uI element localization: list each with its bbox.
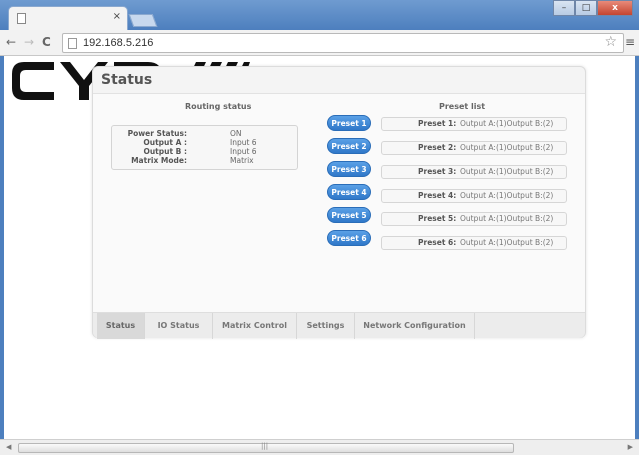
routing-status-heading: Routing status xyxy=(185,102,252,111)
preset-3-button[interactable]: Preset 3 xyxy=(327,161,371,177)
horizontal-scrollbar[interactable]: ◀ ||| ▶ xyxy=(0,439,639,455)
status-row: Output A : Input 6 xyxy=(112,138,297,147)
page-icon xyxy=(68,38,77,49)
status-row: Power Status: ON xyxy=(112,129,297,138)
preset-6-button[interactable]: Preset 6 xyxy=(327,230,371,246)
reload-icon[interactable]: C xyxy=(42,35,51,49)
preset-2-button[interactable]: Preset 2 xyxy=(327,138,371,154)
preset-label: Preset 6: xyxy=(418,238,457,247)
new-tab-button[interactable] xyxy=(128,14,158,27)
status-panel: Status Routing status Preset list Power … xyxy=(92,66,586,339)
maximize-button[interactable]: □ xyxy=(575,0,597,16)
preset-value: Output A:(1)Output B:(2) xyxy=(460,214,554,223)
preset-5-button[interactable]: Preset 5 xyxy=(327,207,371,223)
status-row: Output B : Input 6 xyxy=(112,147,297,156)
minimize-button[interactable]: – xyxy=(553,0,575,16)
preset-value: Output A:(1)Output B:(2) xyxy=(460,143,554,152)
tab-close-icon[interactable]: × xyxy=(113,11,121,22)
panel-tabbar: Status IO Status Matrix Control Settings… xyxy=(93,312,585,339)
tab-matrix-control[interactable]: Matrix Control xyxy=(213,313,297,339)
status-value: Input 6 xyxy=(230,138,257,147)
page-title: Status xyxy=(101,72,153,88)
status-label: Output B : xyxy=(143,147,187,156)
preset-4-button[interactable]: Preset 4 xyxy=(327,184,371,200)
close-window-button[interactable]: x xyxy=(597,0,633,16)
preset-value: Output A:(1)Output B:(2) xyxy=(460,119,554,128)
status-label: Output A : xyxy=(143,138,187,147)
menu-icon[interactable]: ≡ xyxy=(625,35,635,49)
status-label: Power Status: xyxy=(127,129,187,138)
star-icon[interactable]: ☆ xyxy=(604,34,617,50)
preset-4-field: Preset 4: Output A:(1)Output B:(2) xyxy=(381,189,567,203)
status-value: ON xyxy=(230,129,242,138)
page-icon xyxy=(17,13,26,24)
preset-2-field: Preset 2: Output A:(1)Output B:(2) xyxy=(381,141,567,155)
window-controls: – □ x xyxy=(553,0,633,16)
status-label: Matrix Mode: xyxy=(131,156,187,165)
preset-1-button[interactable]: Preset 1 xyxy=(327,115,371,131)
panel-body: Routing status Preset list Power Status:… xyxy=(93,94,585,312)
scroll-right-icon[interactable]: ▶ xyxy=(628,443,633,451)
grip-icon: ||| xyxy=(261,442,269,450)
tab-io-status[interactable]: IO Status xyxy=(145,313,213,339)
back-arrow-icon[interactable]: ← xyxy=(6,35,16,49)
window-titlebar: × – □ x xyxy=(0,0,639,30)
status-row: Matrix Mode: Matrix xyxy=(112,156,297,165)
preset-label: Preset 2: xyxy=(418,143,457,152)
preset-label: Preset 4: xyxy=(418,191,457,200)
preset-3-field: Preset 3: Output A:(1)Output B:(2) xyxy=(381,165,567,179)
browser-toolbar: ← → C 192.168.5.216 ☆ ≡ xyxy=(0,30,639,56)
tab-network-configuration[interactable]: Network Configuration xyxy=(355,313,475,339)
status-value: Matrix xyxy=(230,156,254,165)
preset-label: Preset 3: xyxy=(418,167,457,176)
preset-6-field: Preset 6: Output A:(1)Output B:(2) xyxy=(381,236,567,250)
tab-settings[interactable]: Settings xyxy=(297,313,355,339)
status-value: Input 6 xyxy=(230,147,257,156)
scrollbar-thumb[interactable]: ||| xyxy=(18,442,514,453)
preset-1-field: Preset 1: Output A:(1)Output B:(2) xyxy=(381,117,567,131)
forward-arrow-icon[interactable]: → xyxy=(24,35,34,49)
preset-label: Preset 1: xyxy=(418,119,457,128)
preset-5-field: Preset 5: Output A:(1)Output B:(2) xyxy=(381,212,567,226)
url-text[interactable]: 192.168.5.216 xyxy=(83,37,153,49)
preset-value: Output A:(1)Output B:(2) xyxy=(460,238,554,247)
preset-label: Preset 5: xyxy=(418,214,457,223)
preset-value: Output A:(1)Output B:(2) xyxy=(460,191,554,200)
preset-list-heading: Preset list xyxy=(439,102,486,111)
tab-status[interactable]: Status xyxy=(97,313,145,339)
preset-value: Output A:(1)Output B:(2) xyxy=(460,167,554,176)
browser-tab[interactable]: × xyxy=(8,6,128,30)
address-bar[interactable]: 192.168.5.216 ☆ xyxy=(62,33,624,53)
routing-status-box: Power Status: ON Output A : Input 6 Outp… xyxy=(111,125,298,170)
scroll-left-icon[interactable]: ◀ xyxy=(6,443,11,451)
